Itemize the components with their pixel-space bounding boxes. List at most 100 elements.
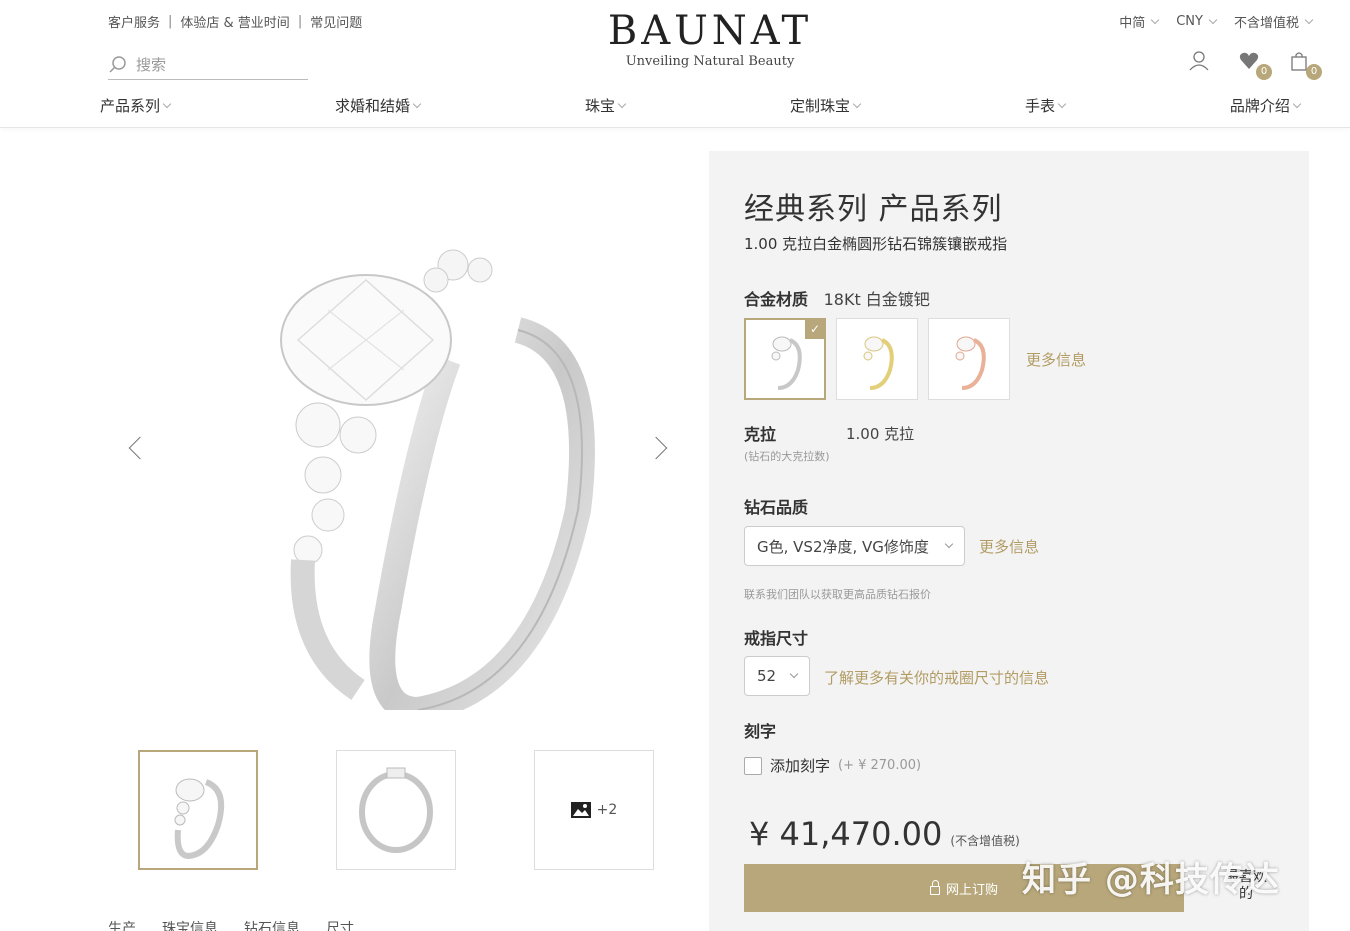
chevron-down-icon — [1150, 15, 1160, 24]
nav-label: 品牌介绍 — [1229, 97, 1290, 115]
carat-note: (钻石的大克拉数) — [744, 450, 830, 463]
chevron-down-icon — [1057, 99, 1067, 108]
cart-count-badge: 0 — [1306, 64, 1322, 80]
diamond-quality-select[interactable]: G色, VS2净度, VG修饰度 — [744, 526, 965, 566]
brand-tagline: Unveiling Natural Beauty — [625, 54, 795, 69]
chevron-down-icon — [1208, 15, 1218, 24]
tax-label: 不含增值税 — [1233, 16, 1299, 31]
nav-label: 产品系列 — [100, 97, 161, 115]
brand-name: BAUNAT — [607, 8, 813, 54]
engraving-label: 刻字 — [744, 722, 777, 741]
nav-label: 珠宝 — [584, 97, 615, 115]
engraving-option: 添加刻字 (+ ¥ 270.00) — [744, 755, 921, 776]
brand-logo[interactable]: BAUNAT Unveiling Natural Beauty — [560, 8, 860, 69]
chevron-down-icon — [944, 539, 954, 549]
carat-row: 克拉 (钻石的大克拉数) — [744, 421, 830, 464]
metal-label: 合金材质 — [744, 290, 809, 309]
size-label: 戒指尺寸 — [744, 629, 809, 648]
tab-jewelry-info[interactable]: 珠宝信息 — [162, 918, 218, 931]
chevron-down-icon — [162, 99, 172, 108]
tab-production[interactable]: 生产 — [108, 918, 136, 931]
currency-label: CNY — [1176, 14, 1203, 29]
header-icons: 0 0 — [1188, 50, 1322, 80]
nav-collections[interactable]: 产品系列 — [100, 95, 172, 116]
watermark-text: 知乎 @科技传达 — [1022, 860, 1280, 900]
quality-more-info-link[interactable]: 更多信息 — [979, 536, 1039, 557]
carat-label: 克拉 — [744, 425, 777, 444]
account-icon[interactable] — [1188, 50, 1210, 72]
thumbnail-side[interactable] — [336, 750, 456, 870]
main-product-image — [218, 190, 618, 726]
carat-value: 1.00 克拉 — [846, 425, 915, 443]
chevron-down-icon — [789, 669, 799, 679]
tab-diamond-info[interactable]: 钻石信息 — [244, 918, 300, 931]
thumbnail-front[interactable] — [138, 750, 258, 870]
site-header: 客户服务 | 体验店 & 营业时间 | 常见问题 BAUNAT Unveilin… — [0, 0, 1350, 128]
language-label: 中简 — [1119, 16, 1146, 31]
order-button-label: 网上订购 — [945, 882, 998, 898]
next-image-arrow-icon[interactable] — [644, 436, 668, 460]
more-images-count: +2 — [596, 802, 618, 818]
chevron-down-icon — [1292, 99, 1302, 108]
lock-icon — [929, 879, 940, 895]
thumbnail-more[interactable]: +2 — [534, 750, 654, 870]
quality-hint: 联系我们团队以获取更高品质钻石报价 — [744, 588, 931, 601]
quality-value: G色, VS2净度, VG修饰度 — [757, 537, 929, 556]
metal-option-white-gold[interactable]: ✓ — [744, 318, 826, 400]
product-subtitle: 1.00 克拉白金椭圆形钻石锦簇镶嵌戒指 — [744, 235, 1008, 253]
chevron-down-icon — [412, 99, 422, 108]
nav-label: 求婚和结婚 — [334, 97, 410, 115]
chevron-down-icon — [1304, 15, 1314, 24]
search-input[interactable] — [136, 55, 296, 74]
previous-image-arrow-icon[interactable] — [128, 436, 152, 460]
customer-service-link[interactable]: 客户服务 — [108, 12, 160, 31]
search-icon[interactable] — [108, 55, 128, 75]
nav-about-brand[interactable]: 品牌介绍 — [1229, 95, 1302, 116]
separator: | — [168, 14, 173, 29]
image-icon — [570, 802, 591, 818]
product-price: ¥ 41,470.00 — [749, 815, 943, 853]
nav-jewelry[interactable]: 珠宝 — [584, 95, 627, 116]
nav-watches[interactable]: 手表 — [1024, 95, 1067, 116]
faq-link[interactable]: 常见问题 — [310, 12, 362, 31]
product-config-panel: 经典系列 产品系列 1.00 克拉白金椭圆形钻石锦簇镶嵌戒指 合金材质 18Kt… — [709, 151, 1309, 931]
nav-custom-jewelry[interactable]: 定制珠宝 — [789, 95, 862, 116]
metal-more-info-link[interactable]: 更多信息 — [1026, 349, 1086, 370]
separator: | — [297, 14, 303, 29]
price-block: ¥ 41,470.00 (不含增值税) — [749, 815, 1020, 853]
currency-select[interactable]: CNY — [1176, 12, 1218, 31]
metal-option-rose-gold[interactable] — [928, 318, 1010, 400]
chevron-down-icon — [852, 99, 862, 108]
product-gallery — [108, 150, 688, 730]
search-box — [108, 50, 308, 80]
main-navigation: 产品系列 求婚和结婚 珠宝 定制珠宝 手表 品牌介绍 — [100, 95, 1302, 116]
engraving-checkbox[interactable] — [744, 756, 762, 775]
nav-label: 手表 — [1024, 97, 1055, 115]
metal-option-yellow-gold[interactable] — [836, 318, 918, 400]
product-info-tabs: 生产 珠宝信息 钻石信息 尺寸 — [108, 918, 354, 931]
thumbnail-strip: +2 — [138, 750, 654, 870]
stores-hours-link[interactable]: 体验店 & 营业时间 — [180, 12, 289, 31]
wishlist-icon[interactable]: 0 — [1238, 50, 1272, 80]
locale-switchers: 中简 CNY 不含增值税 — [1119, 12, 1314, 31]
metal-row: 合金材质 18Kt 白金镀钯 — [744, 286, 930, 310]
wishlist-count-badge: 0 — [1256, 64, 1272, 80]
size-value: 52 — [757, 667, 777, 685]
ring-size-select[interactable]: 52 — [744, 656, 810, 696]
metal-value: 18Kt 白金镀钯 — [823, 290, 930, 309]
quality-label: 钻石品质 — [744, 498, 809, 517]
nav-label: 定制珠宝 — [789, 97, 850, 115]
metal-options: ✓ 更多信息 — [744, 318, 1086, 400]
tab-dimensions[interactable]: 尺寸 — [326, 918, 354, 931]
utility-links: 客户服务 | 体验店 & 营业时间 | 常见问题 — [108, 12, 362, 31]
price-tax-note: (不含增值税) — [950, 834, 1020, 848]
nav-engagement-wedding[interactable]: 求婚和结婚 — [334, 95, 422, 116]
engraving-option-label[interactable]: 添加刻字 — [770, 755, 830, 776]
tax-select[interactable]: 不含增值税 — [1233, 12, 1314, 31]
cart-icon[interactable]: 0 — [1288, 50, 1322, 80]
language-select[interactable]: 中简 — [1119, 12, 1160, 31]
chevron-down-icon — [617, 99, 627, 108]
engraving-price: (+ ¥ 270.00) — [838, 758, 922, 773]
product-title: 经典系列 产品系列 — [744, 192, 1003, 227]
ring-size-guide-link[interactable]: 了解更多有关你的戒圈尺寸的信息 — [824, 667, 1049, 688]
